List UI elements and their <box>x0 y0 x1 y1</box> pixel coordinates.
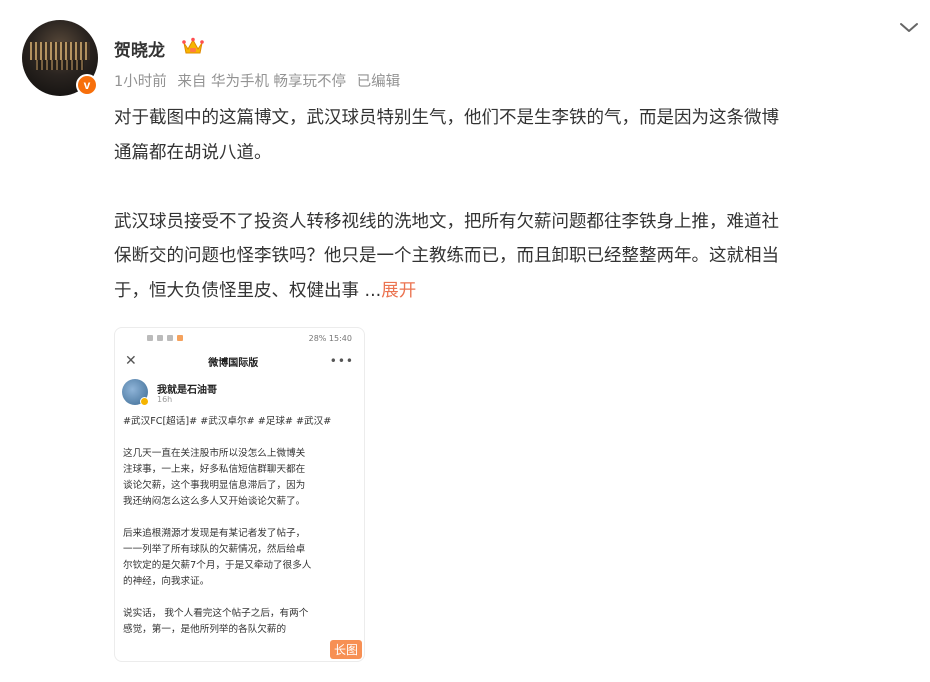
inner-username: 我就是石油哥 <box>157 385 217 396</box>
phone-status-bar: 28% 15:40 <box>115 328 364 348</box>
inner-post-body: #武汉FC[超话]# #武汉卓尔# #足球# #武汉# 这几天一直在关注股市所以… <box>115 408 364 638</box>
post-meta: 1小时前 来自 华为手机 畅享玩不停 已编辑 <box>114 70 406 91</box>
inner-user-row: 我就是石油哥 16h <box>115 378 364 408</box>
chevron-down-icon[interactable] <box>898 16 920 38</box>
status-icons <box>147 335 183 341</box>
long-image-badge: 长图 <box>329 640 362 659</box>
app-icon <box>177 335 183 341</box>
post-line-text: 于，恒大负债怪里皮、权健出事 ... <box>114 280 382 301</box>
inner-verified-icon <box>140 397 149 406</box>
signal-icon <box>147 335 153 341</box>
inner-line: 一一列举了所有球队的欠薪情况，然后给卓 <box>123 544 306 555</box>
author-name[interactable]: 贺晓龙 <box>114 36 165 61</box>
expand-link[interactable]: 展开 <box>381 281 416 301</box>
inner-line: 感觉，第一，是他所列举的各队欠薪的 <box>123 624 287 635</box>
post-body: 对于截图中的这篇博文，武汉球员特别生气，他们不是生李铁的气，而是因为这条微博 通… <box>114 101 914 308</box>
post-line: 武汉球员接受不了投资人转移视线的洗地文，把所有欠薪问题都往李铁身上推，难道社 <box>114 211 779 232</box>
inner-line: 注球事，一上来，好多私信短信群聊天都在 <box>123 464 306 475</box>
inner-line: 我还纳闷怎么这么多人又开始谈论欠薪了。 <box>123 496 306 507</box>
inner-time: 16h <box>157 395 173 404</box>
inner-line: 尔钦定的是欠薪7个月，于是又牵动了很多人 <box>123 560 312 571</box>
inner-tags: #武汉FC[超话]# #武汉卓尔# #足球# #武汉# <box>123 416 332 427</box>
verified-badge-icon: v <box>76 74 98 96</box>
edited-label[interactable]: 已编辑 <box>357 74 401 90</box>
more-icon: ••• <box>329 354 354 368</box>
avatar-building-base <box>36 60 84 70</box>
crown-icon <box>182 37 204 54</box>
close-icon: ✕ <box>125 353 137 369</box>
post-line: 保断交的问题也怪李铁吗？他只是一个主教练而已，而且卸职已经整整两年。这就相当 <box>114 246 779 266</box>
inner-title-bar: ✕ 微博国际版 ••• <box>115 348 364 374</box>
avatar-building-lights <box>30 42 90 60</box>
inner-line: 的神经，向我求证。 <box>123 576 210 587</box>
post-line: 对于截图中的这篇博文，武汉球员特别生气，他们不是生李铁的气，而是因为这条微博 <box>114 108 779 128</box>
notification-icon <box>167 335 173 341</box>
post-line: 通篇都在胡说八道。 <box>114 142 272 163</box>
inner-line: 这几天一直在关注股市所以没怎么上微博关 <box>123 448 306 459</box>
post-time[interactable]: 1小时前 <box>114 74 167 90</box>
inner-line: 谈论欠薪，这个事我明显信息滞后了，因为 <box>123 480 306 491</box>
inner-line: 说实话， 我个人看完这个帖子之后，有两个 <box>123 608 309 619</box>
inner-line: 后来追根溯源才发现是有某记者发了帖子， <box>123 528 306 539</box>
inner-title: 微博国际版 <box>208 357 259 369</box>
status-battery-time: 28% 15:40 <box>308 333 352 343</box>
post-line-last: 于，恒大负债怪里皮、权健出事 ...展开 <box>114 274 914 309</box>
attached-image[interactable]: 28% 15:40 ✕ 微博国际版 ••• 我就是石油哥 16h #武汉FC[超… <box>114 327 365 662</box>
post-source: 来自 华为手机 畅享玩不停 <box>177 74 347 90</box>
wifi-icon <box>157 335 163 341</box>
